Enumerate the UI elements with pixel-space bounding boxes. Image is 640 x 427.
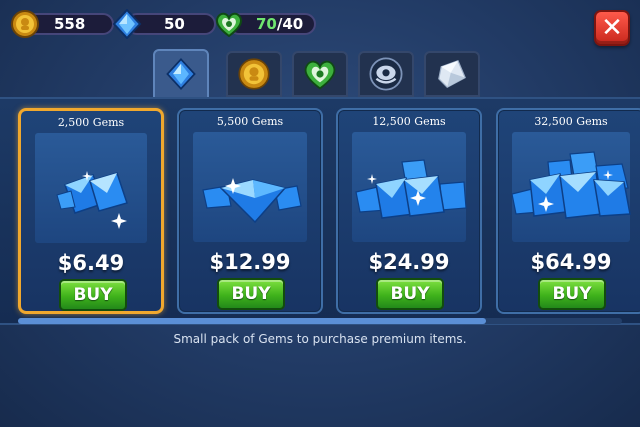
- gem-pile-medium-image: [193, 132, 307, 242]
- energy-max: /40: [276, 15, 304, 33]
- buy-button[interactable]: BUY: [538, 278, 606, 310]
- green-heart-icon: [215, 12, 243, 38]
- offer-price: $24.99: [368, 250, 450, 274]
- tab-gems[interactable]: [153, 49, 209, 99]
- offer-card-32500-gems[interactable]: 32,500 Gems $64.99 BUY: [496, 108, 640, 314]
- close-icon: ✕: [601, 13, 623, 43]
- gem-pile-huge-image: [511, 132, 631, 242]
- tab-coins[interactable]: [226, 51, 282, 97]
- offer-amount: 5,500 Gems: [216, 115, 284, 128]
- tab-energy[interactable]: [292, 51, 348, 97]
- offer-price: $64.99: [530, 250, 612, 274]
- energy-current: 70: [256, 15, 277, 33]
- gold-coin-icon: [238, 58, 270, 90]
- gems-counter: 50: [112, 9, 216, 39]
- offer-amount: 32,500 Gems: [534, 115, 608, 128]
- gem-pile-large-image: [352, 132, 467, 242]
- offer-card-5500-gems[interactable]: 5,500 Gems $12.99 BUY: [177, 108, 323, 314]
- coins-counter: 558: [10, 9, 114, 39]
- buy-button[interactable]: BUY: [59, 279, 127, 311]
- offer-card-2500-gems[interactable]: 2,500 Gems $6.49 BUY: [18, 108, 164, 314]
- monster-icon: [369, 57, 403, 91]
- scrollbar-thumb[interactable]: [18, 318, 486, 324]
- crystal-block-icon: [438, 60, 466, 88]
- buy-button[interactable]: BUY: [376, 278, 444, 310]
- gem-pile-small-image: [35, 133, 147, 243]
- blue-gem-icon: [112, 9, 142, 39]
- offer-description: Small pack of Gems to purchase premium i…: [173, 332, 467, 346]
- tab-crystal[interactable]: [424, 51, 480, 97]
- energy-counter: 70/40: [214, 9, 316, 39]
- offer-card-12500-gems[interactable]: 12,500 Gems $24.99 BUY: [336, 108, 482, 314]
- offers-scrollbar[interactable]: [18, 318, 622, 324]
- tab-pets[interactable]: [358, 51, 414, 97]
- close-button[interactable]: ✕: [594, 10, 630, 46]
- blue-gem-icon: [166, 58, 196, 90]
- offer-price: $6.49: [57, 251, 125, 275]
- offer-price: $12.99: [209, 250, 291, 274]
- offer-amount: 12,500 Gems: [372, 115, 446, 128]
- gold-coin-icon: [11, 10, 39, 38]
- buy-button[interactable]: BUY: [217, 278, 285, 310]
- green-heart-icon: [304, 60, 336, 90]
- offer-amount: 2,500 Gems: [57, 116, 125, 129]
